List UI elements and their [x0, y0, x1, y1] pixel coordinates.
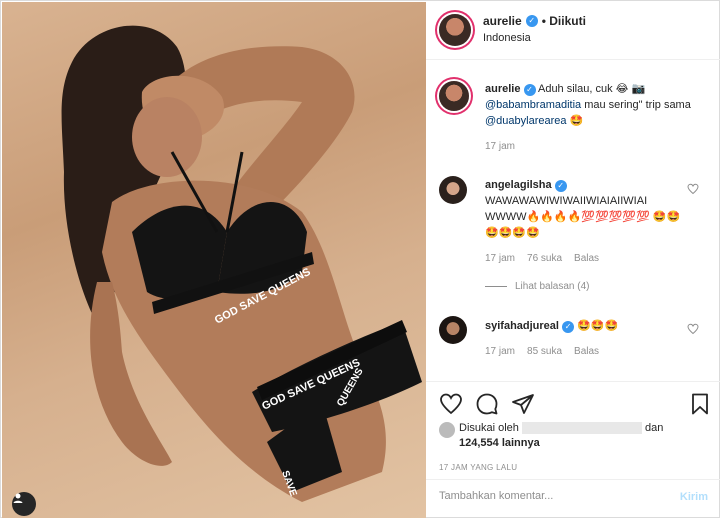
- comment-username[interactable]: angelagilsha: [485, 179, 552, 191]
- comment-input[interactable]: [439, 490, 659, 502]
- comment-meta: 17 jam 76 suka Balas: [485, 253, 599, 264]
- comment-text: 🤩🤩🤩: [577, 320, 619, 332]
- caption-text-2: mau sering" trip sama: [581, 99, 691, 111]
- post-header: aurelie ✓ • Diikuti Indonesia: [426, 2, 720, 60]
- verified-badge: ✓: [525, 15, 538, 27]
- caption-mention-2[interactable]: @duabylarearea: [485, 115, 567, 127]
- caption-time[interactable]: 17 jam: [485, 139, 710, 155]
- heart-icon[interactable]: [439, 392, 463, 416]
- post-location[interactable]: Indonesia: [483, 32, 531, 44]
- comment-avatar[interactable]: [439, 316, 467, 344]
- liker-avatar[interactable]: [439, 422, 455, 438]
- comment-likes[interactable]: 85 suka: [527, 346, 562, 357]
- comment-body: angelagilsha ✓ WAWAWAWIWIWAIIWIAIAIIWIAI…: [485, 177, 690, 241]
- like-comment-heart-icon[interactable]: [687, 323, 699, 335]
- share-icon[interactable]: [511, 392, 535, 416]
- view-replies-button[interactable]: Lihat balasan (4): [485, 281, 590, 292]
- caption-text-3: 🤩: [566, 115, 584, 127]
- comment-reply-button[interactable]: Balas: [574, 346, 599, 357]
- post-photo[interactable]: GOD SAVE QUEENS GOD SAVE QUEENS QUEENS S…: [2, 2, 426, 518]
- likes-prefix: Disukai oleh: [459, 422, 519, 434]
- follow-status[interactable]: • Diikuti: [542, 14, 586, 28]
- bookmark-icon[interactable]: [688, 392, 712, 416]
- caption-mention-1[interactable]: @babambramaditia: [485, 99, 581, 111]
- verified-badge: ✓: [562, 321, 575, 333]
- post-side-panel: aurelie ✓ • Diikuti Indonesia aurelie ✓ …: [426, 2, 720, 518]
- likes-suffix: dan: [645, 422, 664, 434]
- author-avatar[interactable]: [439, 14, 471, 46]
- photo-illustration: GOD SAVE QUEENS GOD SAVE QUEENS QUEENS S…: [61, 25, 422, 503]
- comment-composer: Kirim: [426, 479, 720, 518]
- comment-time[interactable]: 17 jam: [485, 253, 515, 264]
- comment-time[interactable]: 17 jam: [485, 346, 515, 357]
- verified-badge: ✓: [554, 180, 567, 192]
- comment-reply-button[interactable]: Balas: [574, 253, 599, 264]
- post-dialog: GOD SAVE QUEENS GOD SAVE QUEENS QUEENS S…: [0, 0, 720, 518]
- like-comment-heart-icon[interactable]: [687, 183, 699, 195]
- action-bar: [426, 381, 720, 426]
- post-timestamp[interactable]: 17 JAM YANG LALU: [439, 463, 517, 472]
- comment-likes[interactable]: 76 suka: [527, 253, 562, 264]
- comment-username[interactable]: syifahadjureal: [485, 320, 559, 332]
- comment-icon[interactable]: [475, 392, 499, 416]
- likes-summary: Disukai oleh dan 124,554 lainnya: [439, 421, 709, 451]
- divider: [485, 286, 507, 287]
- comment-body: syifahadjureal ✓ 🤩🤩🤩: [485, 318, 690, 334]
- comment-text: WAWAWAWIWIWAIIWIAIAIIWIAI WWWW🔥🔥🔥🔥💯💯💯💯💯 …: [485, 195, 681, 239]
- author-username[interactable]: aurelie: [483, 14, 522, 28]
- caption-username[interactable]: aurelie: [485, 83, 520, 95]
- view-replies-label: Lihat balasan (4): [515, 281, 590, 292]
- verified-badge: ✓: [523, 84, 536, 96]
- post-caption: aurelie ✓ Aduh silau, cuk 😂 📷 @babambram…: [485, 81, 710, 155]
- caption-avatar[interactable]: [439, 81, 469, 111]
- comment-avatar[interactable]: [439, 176, 467, 204]
- likes-count[interactable]: 124,554 lainnya: [459, 437, 540, 449]
- user-tag-icon[interactable]: [12, 492, 36, 516]
- redacted-username: [521, 422, 642, 435]
- post-comment-button[interactable]: Kirim: [680, 491, 708, 503]
- comment-meta: 17 jam 85 suka Balas: [485, 346, 599, 357]
- caption-text-1: Aduh silau, cuk 😂 📷: [537, 83, 646, 95]
